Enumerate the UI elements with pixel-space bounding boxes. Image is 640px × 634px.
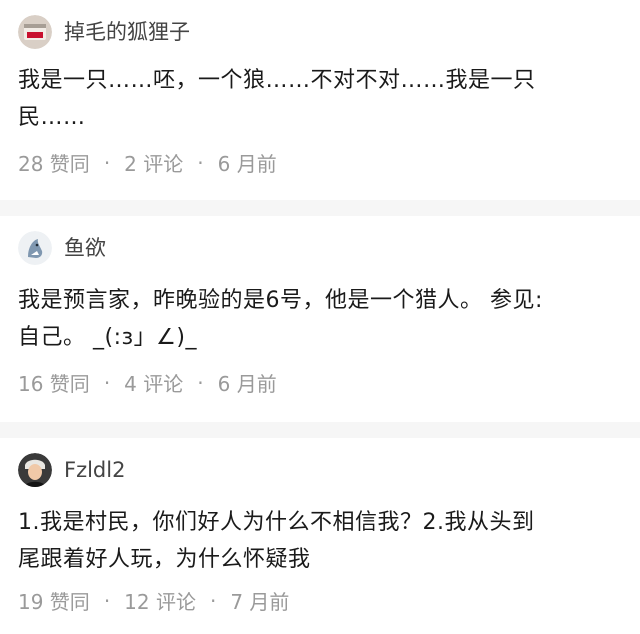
author-name[interactable]: 掉毛的狐狸子	[64, 14, 190, 50]
person-avatar-icon[interactable]	[18, 453, 52, 487]
comment-header: Fzldl2	[18, 452, 125, 488]
comment-meta: 19 赞同 · 12 评论 · 7 月前	[18, 586, 289, 615]
comment-feed: 掉毛的狐狸子 我是一只……呸，一个狼……不对不对……我是一只 民…… 28 赞同…	[0, 0, 640, 634]
comment-meta: 28 赞同 · 2 评论 · 6 月前	[18, 148, 277, 177]
meta-separator: ·	[103, 588, 111, 613]
likes-count[interactable]: 16 赞同	[18, 368, 90, 397]
comment-meta: 16 赞同 · 4 评论 · 6 月前	[18, 368, 277, 397]
comment-header: 掉毛的狐狸子	[18, 14, 190, 50]
comment-time: 6 月前	[217, 152, 277, 176]
meta-separator: ·	[103, 370, 111, 395]
meta-separator: ·	[197, 150, 204, 175]
shark-avatar-icon[interactable]	[18, 231, 52, 265]
meta-separator: ·	[209, 588, 217, 613]
comment-card: Fzldl2 1.我是村民，你们好人为什么不相信我？2.我从头到 尾跟着好人玩，…	[0, 438, 640, 634]
replies-count[interactable]: 2 评论	[124, 148, 183, 177]
meta-separator: ·	[103, 150, 111, 175]
comment-time: 7 月前	[230, 590, 290, 614]
box-avatar-icon[interactable]	[18, 15, 52, 49]
replies-count[interactable]: 4 评论	[124, 368, 183, 397]
comment-text: 1.我是村民，你们好人为什么不相信我？2.我从头到 尾跟着好人玩，为什么怀疑我	[18, 510, 535, 572]
comment-header: 鱼欲	[18, 230, 106, 266]
comment-card: 掉毛的狐狸子 我是一只……呸，一个狼……不对不对……我是一只 民…… 28 赞同…	[0, 0, 640, 200]
comment-text: 我是预言家，昨晚验的是6号，他是一个猎人。 参见: 自己。 _(:з」∠)_	[18, 288, 543, 350]
comment-time: 6 月前	[217, 372, 277, 396]
comment-text: 我是一只……呸，一个狼……不对不对……我是一只 民……	[18, 68, 536, 130]
likes-count[interactable]: 28 赞同	[18, 148, 90, 177]
replies-count[interactable]: 12 评论	[124, 586, 196, 615]
author-name[interactable]: Fzldl2	[64, 452, 125, 488]
comment-card: 鱼欲 我是预言家，昨晚验的是6号，他是一个猎人。 参见: 自己。 _(:з」∠)…	[0, 216, 640, 422]
author-name[interactable]: 鱼欲	[64, 230, 106, 266]
likes-count[interactable]: 19 赞同	[18, 586, 90, 615]
meta-separator: ·	[197, 370, 204, 395]
